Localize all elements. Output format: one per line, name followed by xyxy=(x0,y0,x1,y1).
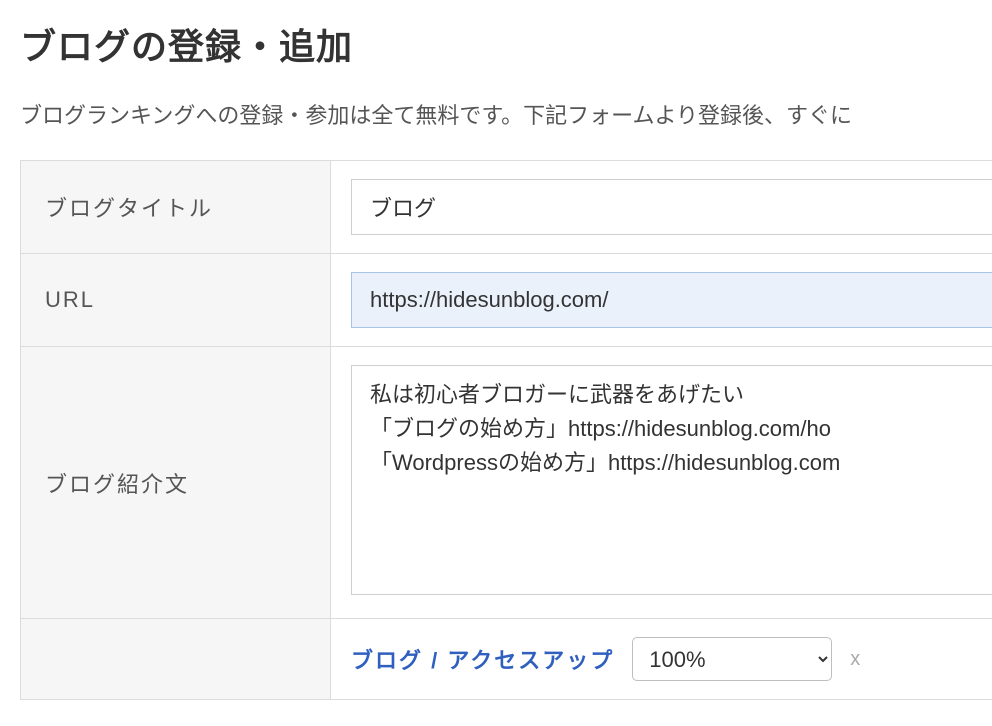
label-url: URL xyxy=(21,254,331,347)
label-blog-title: ブログタイトル xyxy=(21,161,331,254)
category-line: ブログ / アクセスアップ 100% x xyxy=(351,637,992,681)
intro-textarea[interactable]: 私は初心者ブロガーに武器をあげたい 「ブログの始め方」https://hides… xyxy=(351,365,992,595)
label-category-empty xyxy=(21,619,331,700)
registration-form-table: ブログタイトル URL ブログ紹介文 私は初心者ブロガーに武器をあげたい 「ブロ… xyxy=(20,160,992,700)
remove-category-icon[interactable]: x xyxy=(850,648,860,671)
row-category: ブログ / アクセスアップ 100% x xyxy=(21,619,992,700)
row-url: URL xyxy=(21,254,992,347)
category-name[interactable]: ブログ / アクセスアップ xyxy=(351,643,614,675)
page-description: ブログランキングへの登録・参加は全て無料です。下記フォームより登録後、すぐに xyxy=(20,98,972,130)
row-intro: ブログ紹介文 私は初心者ブロガーに武器をあげたい 「ブログの始め方」https:… xyxy=(21,347,992,619)
row-blog-title: ブログタイトル xyxy=(21,161,992,254)
url-input[interactable] xyxy=(351,272,992,328)
category-percent-select[interactable]: 100% xyxy=(632,637,832,681)
page-title: ブログの登録・追加 xyxy=(20,18,972,70)
label-intro: ブログ紹介文 xyxy=(21,347,331,619)
blog-title-input[interactable] xyxy=(351,179,992,235)
